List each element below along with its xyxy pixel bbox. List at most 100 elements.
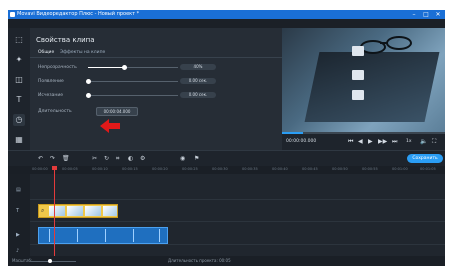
overlay-card bbox=[352, 46, 364, 56]
zoom-slider[interactable] bbox=[30, 259, 76, 263]
transitions-button[interactable]: ◫ bbox=[13, 74, 25, 86]
app-window: Movavi Видеоредактор Плюс - Новый проект… bbox=[8, 10, 445, 266]
play-button[interactable]: ▶ bbox=[368, 137, 373, 147]
ruler-tick: 00:01:05 bbox=[420, 167, 436, 171]
clip-thumbnail bbox=[49, 206, 65, 216]
titles-button[interactable]: T bbox=[13, 94, 25, 106]
clip-segment bbox=[133, 229, 134, 242]
speed-selector[interactable]: 1х bbox=[406, 137, 412, 147]
ruler-tick: 00:00:10 bbox=[92, 167, 108, 171]
opacity-slider-fill bbox=[88, 67, 124, 68]
playback-timecode: 00:00:00.000 bbox=[286, 139, 317, 144]
opacity-slider-knob[interactable] bbox=[122, 65, 127, 70]
close-button[interactable]: ✕ bbox=[432, 10, 444, 19]
fade-in-slider-knob[interactable] bbox=[86, 79, 91, 84]
video-track-icon[interactable]: ▶ bbox=[16, 232, 22, 238]
ruler-tick: 00:00:00 bbox=[32, 167, 48, 171]
record-icon[interactable]: ◉ bbox=[180, 154, 185, 164]
settings-icon[interactable]: ⚙ bbox=[140, 154, 145, 164]
window-title: Movavi Видеоредактор Плюс - Новый проект… bbox=[17, 11, 140, 17]
more-icon: ▦ bbox=[15, 135, 23, 144]
duration-field[interactable]: 00:00:04.000 bbox=[96, 107, 138, 116]
step-back-button[interactable]: ◀ bbox=[358, 137, 363, 147]
ruler-tick: 00:01:00 bbox=[392, 167, 408, 171]
fade-out-value[interactable]: 0.00 сек. bbox=[180, 92, 216, 98]
status-bar: Масштаб: Длительность проекта: 00:05 bbox=[8, 256, 445, 266]
fade-in-value[interactable]: 0.00 сек. bbox=[180, 78, 216, 84]
ruler-tick: 00:00:25 bbox=[182, 167, 198, 171]
ruler-tick: 00:00:40 bbox=[272, 167, 288, 171]
fade-in-label: Появление bbox=[38, 79, 64, 84]
track-headers: ▤ T ▶ ♪ bbox=[8, 174, 30, 256]
opacity-slider[interactable] bbox=[88, 65, 178, 70]
opacity-value[interactable]: 40% bbox=[180, 64, 216, 70]
clip-segment bbox=[159, 229, 160, 242]
panel-title: Свойства клипа bbox=[36, 36, 95, 44]
ruler-tick: 00:00:35 bbox=[242, 167, 258, 171]
fullscreen-icon[interactable]: ⛶ bbox=[432, 137, 436, 147]
playhead-handle[interactable] bbox=[52, 166, 57, 170]
maximize-button[interactable]: □ bbox=[420, 10, 432, 19]
ruler-tick: 00:00:20 bbox=[152, 167, 168, 171]
preview-frame bbox=[282, 28, 445, 132]
transitions-icon: ◫ bbox=[15, 75, 23, 84]
import-button[interactable]: ⬚ bbox=[13, 34, 25, 46]
clip-properties-panel: Свойства клипа Общие Эффекты на клипе Не… bbox=[30, 28, 282, 150]
title-clip[interactable]: ⌕ bbox=[38, 204, 118, 218]
marker-icon[interactable]: ⚑ bbox=[194, 154, 199, 164]
clip-segment bbox=[49, 229, 50, 242]
player-controls: 00:00:00.000 ⏮ ◀ ▶ ▶▶ ⏭ 1х 🔈 ⛶ bbox=[282, 134, 445, 150]
clip-segment bbox=[77, 229, 78, 242]
fade-in-slider[interactable] bbox=[86, 79, 178, 84]
ruler-tick: 00:00:45 bbox=[302, 167, 318, 171]
rotate-icon[interactable]: ↻ bbox=[104, 154, 109, 164]
tab-divider bbox=[30, 57, 282, 58]
title-track-icon[interactable]: T bbox=[16, 208, 22, 214]
timeline-playhead[interactable] bbox=[52, 166, 57, 256]
zoom-slider-knob[interactable] bbox=[48, 259, 52, 263]
timeline-ruler[interactable]: 00:00:00 00:00:05 00:00:10 00:00:15 00:0… bbox=[8, 166, 445, 174]
delete-icon[interactable]: 🗑 bbox=[62, 154, 70, 164]
clip-thumbnail bbox=[67, 206, 83, 216]
color-adjust-icon[interactable]: ◐ bbox=[128, 154, 133, 164]
video-preview[interactable] bbox=[282, 28, 445, 132]
title-bar: Movavi Видеоредактор Плюс - Новый проект… bbox=[8, 10, 445, 19]
ruler-tick: 00:00:50 bbox=[332, 167, 348, 171]
video-clip[interactable] bbox=[38, 227, 168, 244]
step-forward-button[interactable]: ▶▶ bbox=[378, 137, 387, 147]
more-tools-button[interactable]: ▦ bbox=[13, 134, 25, 146]
clip-thumbnail bbox=[103, 206, 117, 216]
clip-properties-button[interactable]: ◷ bbox=[13, 114, 25, 126]
project-length: Длительность проекта: 00:05 bbox=[168, 258, 231, 263]
overlay-track-icon[interactable]: ▤ bbox=[16, 187, 22, 193]
track-divider bbox=[30, 244, 445, 245]
skip-start-button[interactable]: ⏮ bbox=[348, 137, 353, 147]
undo-icon[interactable]: ↶ bbox=[38, 154, 43, 164]
edit-toolbar: ↶ ↷ 🗑 ✂ ↻ ⌗ ◐ ⚙ ◉ ⚑ Сохранить bbox=[8, 150, 445, 167]
crop-icon[interactable]: ⌗ bbox=[116, 154, 119, 164]
skip-end-button[interactable]: ⏭ bbox=[392, 137, 397, 147]
minimize-button[interactable]: – bbox=[408, 10, 420, 19]
redo-icon[interactable]: ↷ bbox=[50, 154, 55, 164]
duration-label: Длительность bbox=[38, 109, 72, 114]
filters-button[interactable]: ✦ bbox=[13, 54, 25, 66]
tab-general[interactable]: Общие bbox=[38, 50, 54, 55]
fade-out-slider-knob[interactable] bbox=[86, 93, 91, 98]
menu-bar: Файл Редактирование Воспроизведение Наст… bbox=[8, 19, 445, 36]
titles-icon: T bbox=[16, 95, 22, 104]
track-divider bbox=[30, 199, 445, 200]
overlay-card bbox=[352, 70, 364, 80]
audio-track-icon[interactable]: ♪ bbox=[16, 248, 22, 254]
volume-icon[interactable]: 🔈 bbox=[420, 137, 427, 147]
save-button[interactable]: Сохранить bbox=[407, 154, 443, 163]
import-icon: ⬚ bbox=[15, 35, 23, 44]
track-divider bbox=[30, 221, 445, 222]
timeline[interactable]: ▤ T ▶ ♪ ⌕ bbox=[8, 174, 445, 256]
clock-icon: ◷ bbox=[15, 115, 23, 124]
split-icon[interactable]: ✂ bbox=[92, 154, 97, 164]
ruler-tick: 00:00:55 bbox=[362, 167, 378, 171]
clip-thumbnail bbox=[85, 206, 101, 216]
fade-out-slider[interactable] bbox=[86, 93, 178, 98]
tab-clip-effects[interactable]: Эффекты на клипе bbox=[60, 50, 105, 55]
overlay-card bbox=[352, 90, 364, 100]
